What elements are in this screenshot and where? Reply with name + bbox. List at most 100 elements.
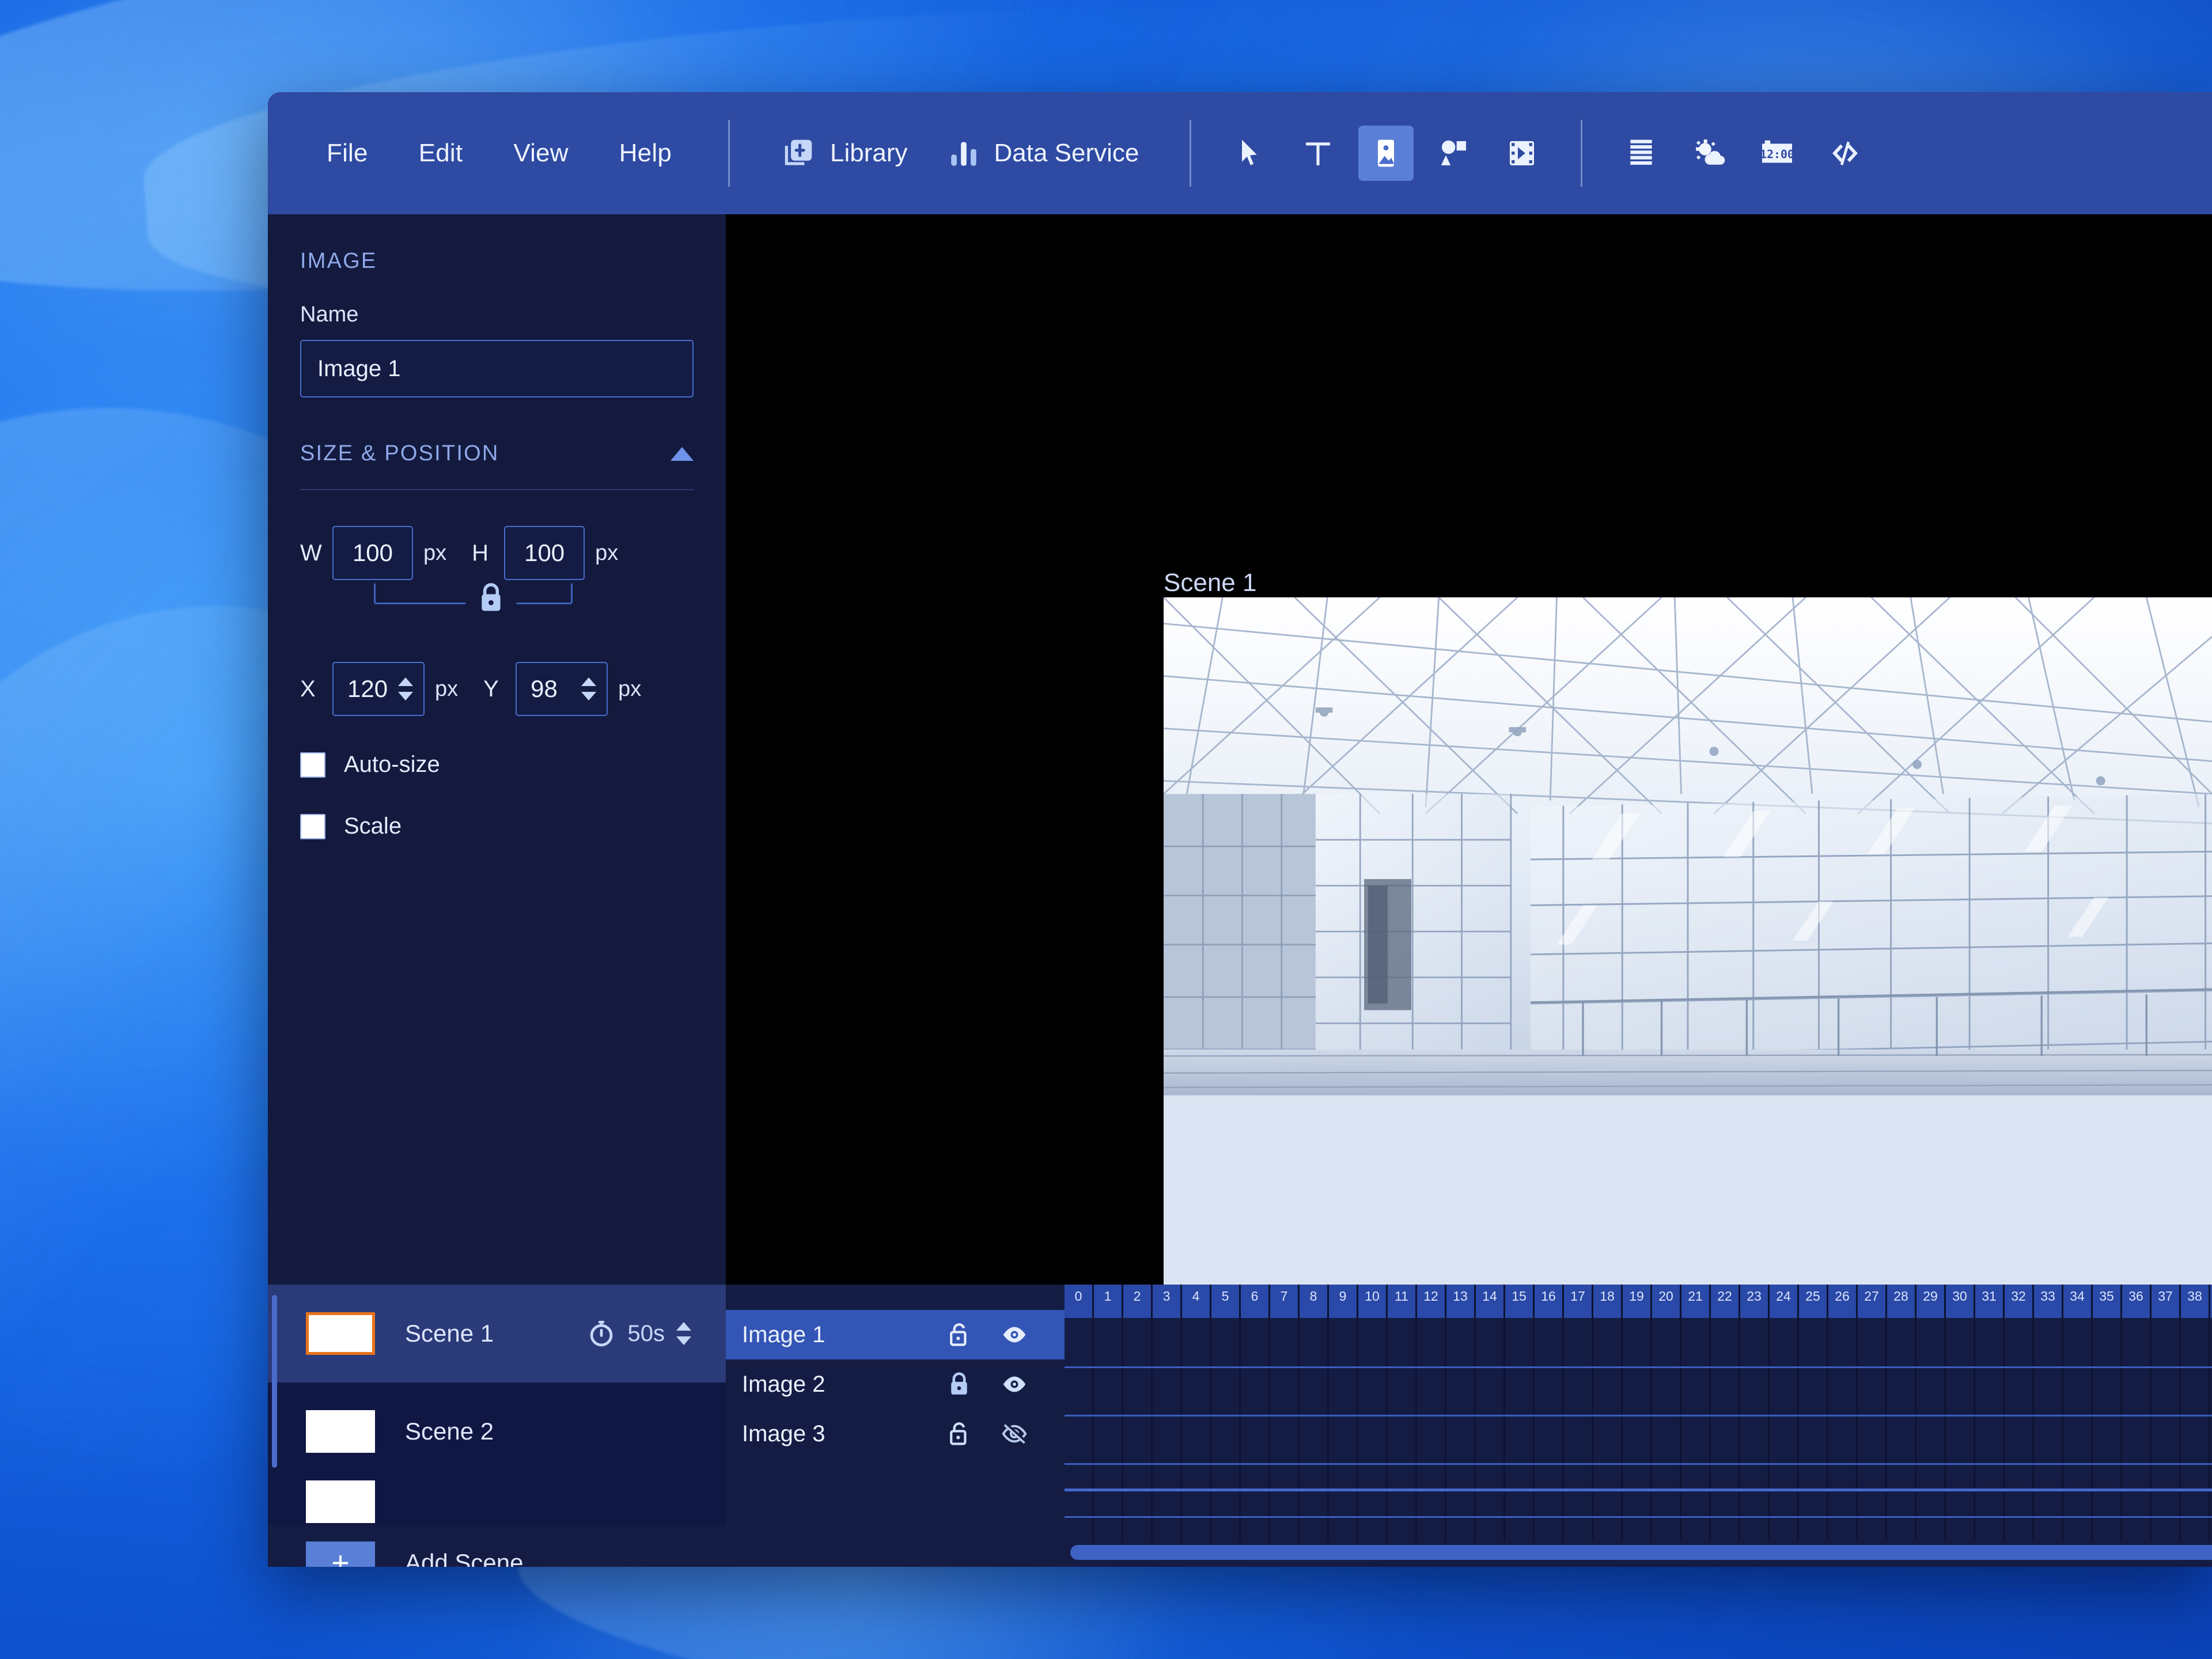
track-group-separator [1065, 1488, 2212, 1491]
timeline-tick: 22 [1711, 1285, 1740, 1318]
height-input[interactable]: 100 [504, 526, 585, 580]
timeline-tick: 23 [1740, 1285, 1770, 1318]
data-service-label: Data Service [994, 139, 1139, 167]
y-value: 98 [531, 675, 558, 702]
size-position-header[interactable]: SIZE & POSITION [268, 441, 726, 466]
scene-duration[interactable]: 50s [586, 1319, 726, 1349]
scale-row[interactable]: Scale [268, 813, 726, 839]
timeline-ruler[interactable]: 0 1 2 3 4 5 6 7 8 9 10 11 12 13 14 15 16 17 18 19 20 21 22 23 24… [1065, 1285, 2212, 1318]
scene-duration-stepper[interactable] [676, 1322, 691, 1345]
weather-widget[interactable] [1681, 126, 1737, 181]
add-scene-button[interactable]: + Add Scene [268, 1525, 726, 1567]
select-tool[interactable] [1222, 126, 1278, 181]
layer-item-1[interactable]: Image 1 [726, 1310, 1065, 1359]
lock-open-icon[interactable] [946, 1321, 972, 1348]
aspect-ratio-link[interactable] [300, 580, 694, 626]
shape-tool[interactable] [1426, 126, 1482, 181]
timeline-gridline [1358, 1318, 1388, 1541]
track-row-separator [1065, 1516, 2212, 1518]
width-input[interactable]: 100 [332, 526, 413, 580]
scene-list-scrollbar[interactable] [272, 1295, 277, 1468]
timeline-tick: 26 [1828, 1285, 1858, 1318]
data-service-button[interactable]: Data Service [927, 127, 1159, 179]
eye-off-icon[interactable] [1001, 1421, 1028, 1447]
tool-palette [1222, 126, 1550, 181]
menu-edit[interactable]: Edit [393, 128, 488, 178]
lock-closed-icon[interactable] [946, 1371, 972, 1397]
library-add-icon [781, 135, 816, 171]
image-tool[interactable] [1358, 126, 1414, 181]
eye-icon[interactable] [1001, 1321, 1028, 1348]
timeline-tick: 19 [1623, 1285, 1652, 1318]
scene-item-3-partial[interactable] [268, 1480, 726, 1525]
y-stepper[interactable] [581, 677, 597, 700]
y-label: Y [483, 676, 499, 702]
timeline-gridline [1711, 1318, 1740, 1541]
scene-thumbnail [306, 1312, 375, 1355]
y-input[interactable]: 98 [516, 662, 608, 716]
panel-title: IMAGE [300, 249, 377, 273]
timeline-gridline [2063, 1318, 2093, 1541]
name-input[interactable]: Image 1 [300, 340, 694, 397]
timeline-gridline [1094, 1318, 1123, 1541]
timeline-gridline [1858, 1318, 1887, 1541]
text-tool[interactable] [1290, 126, 1346, 181]
scene-item-1[interactable]: Scene 1 50s [268, 1285, 726, 1382]
auto-size-row[interactable]: Auto-size [268, 752, 726, 778]
svg-text:12:00: 12:00 [1760, 148, 1795, 161]
scene-item-1-label: Scene 1 [405, 1320, 494, 1347]
timeline-gridline [1211, 1318, 1241, 1541]
x-stepper[interactable] [398, 677, 413, 700]
canvas-area[interactable]: Scene 1 [726, 214, 2212, 1395]
menu-view[interactable]: View [488, 128, 593, 178]
app-header: File Edit View Help Library Data Service… [268, 92, 2212, 214]
scale-checkbox[interactable] [300, 813, 325, 839]
eye-icon[interactable] [1001, 1371, 1028, 1397]
timeline-tick: 16 [1535, 1285, 1564, 1318]
timeline-gridline [1946, 1318, 1975, 1541]
timeline-gridline [1153, 1318, 1182, 1541]
name-field-label: Name [300, 302, 359, 327]
library-label: Library [830, 139, 908, 167]
scene-item-2[interactable]: Scene 2 [268, 1382, 726, 1480]
x-value: 120 [347, 675, 388, 702]
timeline-panel[interactable]: 0 1 2 3 4 5 6 7 8 9 10 11 12 13 14 15 16 17 18 19 20 21 22 23 24… [1065, 1285, 2212, 1567]
text-t-icon [1302, 137, 1334, 169]
chevron-up-icon[interactable] [671, 446, 694, 461]
timeline-scrollbar[interactable] [1070, 1545, 2212, 1560]
timeline-gridline [1505, 1318, 1535, 1541]
timeline-scrollbar-thumb[interactable] [1070, 1545, 2212, 1560]
timeline-gridline [1828, 1318, 1858, 1541]
timeline-tick: 11 [1388, 1285, 1417, 1318]
track-row-separator [1065, 1366, 2212, 1368]
lock-open-icon[interactable] [946, 1421, 972, 1447]
library-button[interactable]: Library [761, 126, 927, 180]
timeline-tick: 37 [2152, 1285, 2181, 1318]
code-widget[interactable] [1817, 126, 1873, 181]
layer-item-3[interactable]: Image 3 [726, 1409, 1065, 1459]
menu-file[interactable]: File [301, 128, 393, 178]
scene-item-2-label: Scene 2 [405, 1418, 494, 1445]
auto-size-checkbox[interactable] [300, 752, 325, 778]
table-widget[interactable] [1613, 126, 1669, 181]
digital-clock-icon: 12:00 [1759, 138, 1795, 168]
shapes-icon [1438, 137, 1470, 169]
menu-help[interactable]: Help [594, 128, 697, 178]
timeline-gridline [1975, 1318, 2005, 1541]
timeline-tracks[interactable] [1065, 1318, 2212, 1541]
lock-closed-icon[interactable] [465, 580, 516, 615]
clock-widget[interactable]: 12:00 [1749, 126, 1805, 181]
widget-palette: 12:00 [1613, 126, 1873, 181]
timeline-tick: 14 [1476, 1285, 1505, 1318]
layer-item-2[interactable]: Image 2 [726, 1359, 1065, 1409]
timeline-gridline [2093, 1318, 2122, 1541]
timeline-gridline [1887, 1318, 1916, 1541]
artboard[interactable] [1164, 597, 2212, 1315]
x-input[interactable]: 120 [332, 662, 425, 716]
video-tool[interactable] [1494, 126, 1550, 181]
header-actions: Library Data Service [761, 126, 1158, 180]
track-row-separator [1065, 1463, 2212, 1465]
size-row: W 100 px H 100 px [268, 526, 726, 580]
timeline-tick: 10 [1358, 1285, 1388, 1318]
timeline-gridline [1417, 1318, 1446, 1541]
